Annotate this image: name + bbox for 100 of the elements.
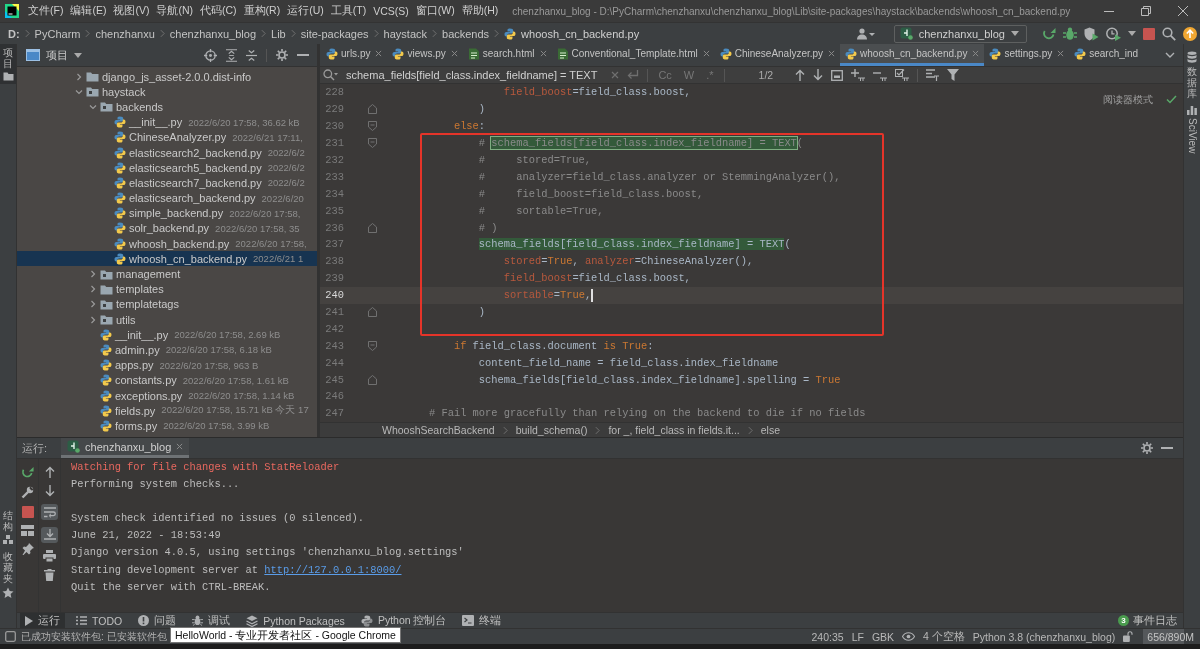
close-window-icon[interactable] <box>1178 6 1188 16</box>
fold-marker-icon[interactable] <box>368 121 377 132</box>
tree-item[interactable]: whoosh_backend.py 2022/6/20 17:58, <box>17 236 317 252</box>
filter-lines-icon[interactable] <box>926 69 940 81</box>
menu-item[interactable]: VCS(S) <box>370 5 412 17</box>
settings-icon[interactable] <box>276 49 288 61</box>
arrow-down-icon[interactable] <box>44 485 55 497</box>
tree-item[interactable]: elasticsearch_backend.py 2022/6/20 <box>17 190 317 206</box>
chevron-right-icon[interactable] <box>89 270 97 279</box>
tree-item[interactable]: elasticsearch5_backend.py 2022/6/2 <box>17 160 317 176</box>
tool-window-button[interactable]: Python 控制台 <box>355 613 452 628</box>
chevron-down-icon[interactable] <box>1165 52 1175 58</box>
tree-item[interactable]: fields.py 2022/6/20 17:58, 15.71 kB 今天 17 <box>17 403 317 419</box>
remove-selection-icon[interactable] <box>873 69 888 81</box>
fold-marker-icon[interactable] <box>368 307 377 317</box>
menu-item[interactable]: 编辑(E) <box>67 4 110 18</box>
toggle-button[interactable] <box>41 504 58 520</box>
caret-position[interactable]: 240:35 <box>811 630 844 643</box>
tree-item[interactable]: whoosh_cn_backend.py 2022/6/21 1 <box>17 251 317 267</box>
add-selection-icon[interactable] <box>851 69 866 81</box>
restore-window-icon[interactable] <box>1141 6 1151 16</box>
tool-window-button[interactable]: 收藏夹 <box>0 548 16 602</box>
breadcrumb[interactable]: site-packages <box>300 27 369 40</box>
editor-tab[interactable]: views.py <box>387 44 463 66</box>
printer-icon[interactable] <box>43 550 56 562</box>
tree-item[interactable]: admin.py 2022/6/20 17:58, 6.18 kB <box>17 342 317 358</box>
new-line-icon[interactable] <box>627 70 640 80</box>
menu-item[interactable]: 重构(R) <box>240 4 284 18</box>
editor-tab[interactable]: urls.py <box>321 44 388 66</box>
caret-down-icon[interactable] <box>1128 31 1136 36</box>
caret-down-icon[interactable] <box>1011 31 1019 36</box>
editor-tab[interactable]: search.html <box>462 44 552 66</box>
chevron-right-icon[interactable] <box>89 300 97 309</box>
pin-icon[interactable] <box>21 543 34 555</box>
tree-item[interactable]: management <box>17 266 317 282</box>
filter-icon[interactable] <box>947 69 960 81</box>
editor-tab[interactable]: search_ind <box>1069 44 1146 66</box>
breadcrumb[interactable]: WhooshSearchBackend <box>382 424 495 436</box>
arrow-up-icon[interactable] <box>44 466 55 478</box>
tree-item[interactable]: templatetags <box>17 296 317 312</box>
tool-window-button[interactable]: Python Packages <box>241 613 350 628</box>
search-field[interactable]: schema_fields[field_class.index_fieldname] = TEXT <box>346 69 598 81</box>
encoding-selector[interactable]: GBK <box>871 630 895 643</box>
user-icon[interactable] <box>856 27 875 40</box>
menu-item[interactable]: 帮助(H) <box>458 4 502 18</box>
tool-window-button[interactable]: TODO <box>71 613 128 628</box>
breadcrumb[interactable]: D: <box>8 27 20 40</box>
close-icon[interactable] <box>972 50 980 57</box>
editor-tab[interactable]: whoosh_cn_backend.py <box>840 44 985 66</box>
menu-item[interactable]: 窗口(W) <box>412 4 458 18</box>
chevron-right-icon[interactable] <box>89 285 97 294</box>
toggle-selection-icon[interactable] <box>895 69 910 81</box>
select-all-icon[interactable] <box>831 69 844 81</box>
tree-item[interactable]: __init__.py 2022/6/20 17:58, 2.69 kB <box>17 327 317 343</box>
search-icon[interactable] <box>323 69 338 81</box>
bug-icon[interactable] <box>1063 26 1077 41</box>
chevron-right-icon[interactable] <box>89 315 97 324</box>
eye-icon[interactable] <box>902 632 916 641</box>
tool-window-button[interactable]: SciView <box>1184 102 1200 157</box>
layout-icon[interactable] <box>21 525 34 536</box>
reader-mode-label[interactable]: 阅读器模式 <box>1103 93 1153 107</box>
tool-window-button[interactable]: 结构 <box>0 507 16 548</box>
breadcrumb[interactable]: PyCharm <box>34 27 81 40</box>
tool-window-button[interactable]: 运行 <box>20 613 65 628</box>
update-icon[interactable] <box>1183 26 1197 41</box>
close-icon[interactable] <box>450 50 458 57</box>
close-icon[interactable] <box>176 443 184 450</box>
tool-window-button[interactable]: 项目 <box>0 44 16 84</box>
tool-window-button[interactable]: 问题 <box>133 613 182 628</box>
rerun-icon[interactable] <box>1042 26 1056 41</box>
menu-item[interactable]: 导航(N) <box>153 4 196 18</box>
fold-marker-icon[interactable] <box>368 104 377 115</box>
breadcrumb[interactable]: chenzhanxu_blog <box>169 27 257 40</box>
interpreter-selector[interactable]: Python 3.8 (chenzhanxu_blog) <box>972 630 1116 643</box>
run-configuration-dropdown[interactable]: chenzhanxu_blog <box>893 24 1027 43</box>
crosshair-icon[interactable] <box>204 48 217 62</box>
breadcrumb[interactable]: whoosh_cn_backend.py <box>521 27 640 40</box>
chevron-down-icon[interactable] <box>89 102 97 111</box>
tree-item[interactable]: apps.py 2022/6/20 17:58, 963 B <box>17 357 317 373</box>
editor-tab[interactable]: Conventional_Template.html <box>551 44 715 66</box>
rerun-icon[interactable] <box>21 466 34 479</box>
arrow-down-icon[interactable] <box>813 69 824 81</box>
shield-play-icon[interactable] <box>1084 26 1099 41</box>
event-log-button[interactable]: 3 事件日志 <box>1118 613 1177 628</box>
wrench-icon[interactable] <box>21 486 34 499</box>
tree-item[interactable]: elasticsearch2_backend.py 2022/6/2 <box>17 144 317 161</box>
tree-item[interactable]: backends <box>17 99 317 115</box>
breadcrumb[interactable]: for _, field_class in fields.it... <box>608 424 740 436</box>
tree-item[interactable]: simple_backend.py 2022/6/20 17:58, <box>17 205 317 221</box>
tree-item[interactable]: ChineseAnalyzer.py 2022/6/21 17:11, <box>17 129 317 145</box>
editor-tab[interactable]: ChineseAnalyzer.py <box>714 44 841 66</box>
tool-window-button[interactable]: 终端 <box>457 613 507 628</box>
breadcrumb[interactable]: else <box>760 424 781 436</box>
chevron-down-icon[interactable] <box>75 87 83 96</box>
menu-item[interactable]: 代码(C) <box>197 4 240 18</box>
tree-item[interactable]: solr_backend.py 2022/6/20 17:58, 35 <box>17 220 317 237</box>
fold-marker-icon[interactable] <box>368 222 377 233</box>
menu-item[interactable]: 运行(U) <box>284 4 327 18</box>
tree-item[interactable]: templates <box>17 281 317 297</box>
unlock-icon[interactable] <box>1123 631 1134 642</box>
